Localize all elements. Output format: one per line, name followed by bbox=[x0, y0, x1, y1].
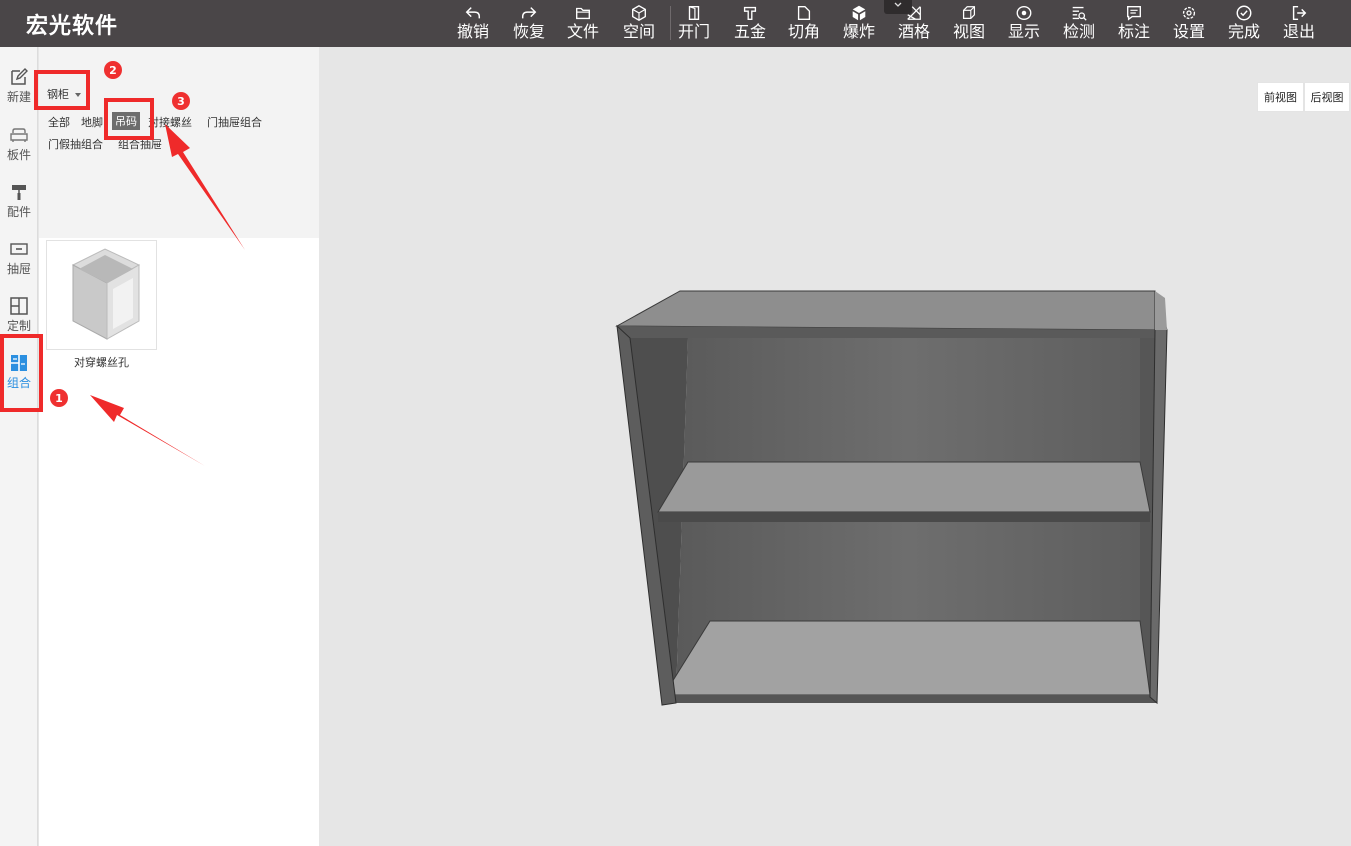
highlight-box-combine bbox=[0, 334, 43, 412]
space-label: 空间 bbox=[622, 22, 655, 41]
catalog-item-card[interactable] bbox=[46, 240, 157, 350]
settings-button[interactable]: 设置 bbox=[1166, 3, 1212, 45]
check-circle-icon bbox=[1236, 5, 1252, 21]
step-badge-1: 1 bbox=[50, 389, 68, 407]
view-label: 视图 bbox=[952, 22, 985, 41]
hardware-label: 五金 bbox=[733, 22, 766, 41]
app-title: 宏光软件 bbox=[26, 14, 119, 39]
eye-icon bbox=[1016, 6, 1032, 20]
cabinet-3d-model bbox=[615, 290, 1168, 706]
explode-label: 爆炸 bbox=[842, 22, 875, 41]
sidebar-item-label: 配件 bbox=[6, 205, 31, 219]
annotate-icon bbox=[1127, 6, 1141, 21]
display-label: 显示 bbox=[1007, 22, 1040, 41]
cube-icon bbox=[632, 5, 646, 21]
finish-button[interactable]: 完成 bbox=[1221, 3, 1267, 45]
left-sidebar: 新建 板件 配件 抽屉 定制 组合 bbox=[0, 47, 38, 846]
edit-icon bbox=[11, 68, 28, 85]
file-button[interactable]: 文件 bbox=[560, 3, 606, 45]
folder-icon bbox=[576, 7, 590, 20]
inspect-label: 检测 bbox=[1062, 22, 1095, 41]
inspect-button[interactable]: 检测 bbox=[1056, 3, 1102, 45]
undo-label: 撤销 bbox=[456, 22, 489, 41]
inspect-icon bbox=[1072, 6, 1087, 21]
filter-tag-feet[interactable]: 地脚 bbox=[81, 114, 103, 130]
sidebar-item-label: 抽屉 bbox=[6, 262, 31, 276]
sidebar-item-drawer[interactable]: 抽屉 bbox=[0, 237, 38, 289]
catalog-panel: 钢柜 全部 地脚 吊码 对接螺丝 门抽屉组合 门假抽组合 组合抽屉 对穿螺丝孔 bbox=[39, 47, 319, 846]
sidebar-item-board[interactable]: 板件 bbox=[0, 123, 38, 175]
wine-rack-icon bbox=[907, 6, 921, 20]
sidebar-item-label: 新建 bbox=[6, 90, 31, 104]
drawer-icon bbox=[10, 243, 28, 255]
annotate-label: 标注 bbox=[1117, 22, 1150, 41]
step-badge-2: 2 bbox=[104, 61, 122, 79]
explode-button[interactable]: 爆炸 bbox=[836, 3, 882, 45]
sidebar-item-label: 板件 bbox=[6, 148, 31, 162]
filter-tag-door-drawer-combo[interactable]: 门抽屉组合 bbox=[207, 114, 262, 130]
3d-viewport[interactable] bbox=[320, 47, 1351, 846]
door-icon bbox=[688, 6, 700, 20]
highlight-box-hanging-bracket bbox=[104, 98, 154, 140]
view-icon bbox=[962, 6, 976, 20]
filter-tag-connecting-screw[interactable]: 对接螺丝 bbox=[148, 114, 192, 130]
wine-rack-button[interactable]: 酒格 bbox=[891, 3, 937, 45]
exit-button[interactable]: 退出 bbox=[1276, 3, 1322, 45]
open-door-label: 开门 bbox=[677, 22, 710, 41]
paint-roller-icon bbox=[12, 185, 26, 200]
redo-icon bbox=[521, 7, 537, 19]
sidebar-item-label: 定制 bbox=[6, 319, 31, 333]
cut-corner-label: 切角 bbox=[787, 22, 820, 41]
undo-icon bbox=[465, 7, 481, 19]
finish-label: 完成 bbox=[1227, 22, 1260, 41]
cabinet-thumbnail bbox=[71, 248, 141, 340]
undo-button[interactable]: 撤销 bbox=[450, 3, 496, 45]
hardware-button[interactable]: 五金 bbox=[727, 3, 773, 45]
highlight-box-category-select bbox=[34, 70, 90, 110]
wine-rack-label: 酒格 bbox=[897, 22, 930, 41]
explode-icon bbox=[852, 5, 866, 21]
file-label: 文件 bbox=[566, 22, 599, 41]
gear-icon bbox=[1182, 6, 1196, 20]
filter-tag-door-fake-drawer-combo[interactable]: 门假抽组合 bbox=[48, 136, 103, 152]
catalog-item-label: 对穿螺丝孔 bbox=[74, 356, 129, 369]
sidebar-item-accessory[interactable]: 配件 bbox=[0, 180, 38, 232]
view-button[interactable]: 视图 bbox=[946, 3, 992, 45]
redo-label: 恢复 bbox=[512, 22, 545, 41]
exit-label: 退出 bbox=[1282, 22, 1315, 41]
layout-icon bbox=[10, 297, 28, 315]
top-toolbar: 宏光软件 撤销 恢复 文件 空间 开门 五金 切角 爆炸 酒格 视图 显示 检测… bbox=[0, 0, 1351, 47]
annotate-button[interactable]: 标注 bbox=[1111, 3, 1157, 45]
settings-label: 设置 bbox=[1172, 22, 1205, 41]
hardware-icon bbox=[743, 6, 757, 20]
space-button[interactable]: 空间 bbox=[616, 3, 662, 45]
sidebar-item-new[interactable]: 新建 bbox=[0, 65, 38, 117]
exit-icon bbox=[1292, 5, 1307, 21]
display-button[interactable]: 显示 bbox=[1001, 3, 1047, 45]
sofa-icon bbox=[10, 128, 28, 142]
redo-button[interactable]: 恢复 bbox=[506, 3, 552, 45]
step-badge-3: 3 bbox=[172, 92, 190, 110]
cut-corner-button[interactable]: 切角 bbox=[781, 3, 827, 45]
open-door-button[interactable]: 开门 bbox=[671, 3, 717, 45]
filter-tag-all[interactable]: 全部 bbox=[48, 114, 70, 130]
cut-corner-icon bbox=[797, 6, 811, 20]
